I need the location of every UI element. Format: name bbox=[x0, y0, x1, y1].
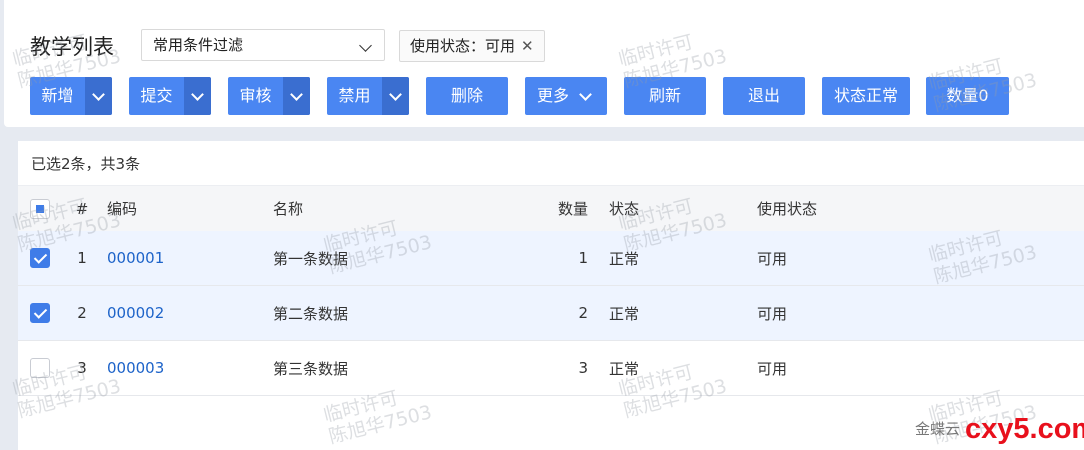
row-checkbox[interactable] bbox=[30, 303, 50, 323]
filter-select[interactable]: 常用条件过滤 bbox=[141, 29, 385, 61]
refresh-button[interactable]: 刷新 bbox=[624, 77, 706, 115]
header-qty[interactable]: 数量 bbox=[538, 186, 588, 231]
add-dropdown-chevron-icon[interactable] bbox=[85, 77, 112, 115]
row-name: 第三条数据 bbox=[273, 359, 349, 378]
select-all-cell bbox=[30, 186, 52, 231]
refresh-button-label: 刷新 bbox=[648, 86, 681, 105]
row-qty: 1 bbox=[578, 249, 588, 267]
audit-button-label: 审核 bbox=[239, 86, 272, 105]
more-button-label: 更多 bbox=[536, 86, 569, 105]
page-title: 教学列表 bbox=[30, 35, 114, 59]
row-status: 正常 bbox=[609, 249, 640, 268]
row-status: 正常 bbox=[609, 359, 640, 378]
row-checkbox-cell bbox=[30, 341, 52, 395]
disable-dropdown-chevron-icon[interactable] bbox=[382, 77, 409, 115]
row-code-link[interactable]: 000002 bbox=[107, 286, 164, 340]
disable-button-label: 禁用 bbox=[338, 86, 371, 105]
filter-tag-label: 使用状态：可用 bbox=[410, 37, 516, 55]
delete-button-label: 删除 bbox=[450, 86, 483, 105]
add-button[interactable]: 新增 bbox=[30, 77, 112, 115]
delete-button[interactable]: 删除 bbox=[426, 77, 508, 115]
chevron-down-icon bbox=[359, 39, 372, 52]
header-use-status[interactable]: 使用状态 bbox=[757, 186, 817, 231]
qty-zero-button[interactable]: 数量0 bbox=[926, 77, 1009, 115]
row-checkbox[interactable] bbox=[30, 358, 50, 378]
exit-button[interactable]: 退出 bbox=[723, 77, 805, 115]
disable-button[interactable]: 禁用 bbox=[327, 77, 409, 115]
submit-dropdown-chevron-icon[interactable] bbox=[184, 77, 211, 115]
status-normal-button[interactable]: 状态正常 bbox=[822, 77, 910, 115]
table-row[interactable]: 2 000002 第二条数据 2 正常 可用 bbox=[18, 286, 1084, 341]
site-logo: cxy5.com bbox=[965, 413, 1084, 445]
row-qty: 3 bbox=[578, 359, 588, 377]
more-button[interactable]: 更多 bbox=[525, 77, 607, 115]
filter-select-value: 常用条件过滤 bbox=[153, 36, 244, 54]
row-qty: 2 bbox=[578, 304, 588, 322]
audit-dropdown-chevron-icon[interactable] bbox=[283, 77, 310, 115]
submit-button-label: 提交 bbox=[140, 86, 173, 105]
row-name: 第二条数据 bbox=[273, 304, 349, 323]
chevron-down-icon bbox=[577, 77, 597, 115]
header-code[interactable]: 编码 bbox=[107, 186, 137, 231]
row-index: 3 bbox=[77, 359, 87, 377]
select-all-checkbox[interactable] bbox=[30, 198, 50, 219]
row-name: 第一条数据 bbox=[273, 249, 349, 268]
add-button-label: 新增 bbox=[41, 86, 74, 105]
row-index: 1 bbox=[77, 249, 87, 267]
selection-info: 已选2条，共3条 bbox=[31, 155, 141, 173]
close-icon[interactable]: ✕ bbox=[521, 37, 534, 55]
table-row[interactable]: 3 000003 第三条数据 3 正常 可用 bbox=[18, 341, 1084, 396]
row-checkbox-cell bbox=[30, 286, 52, 340]
row-checkbox-cell bbox=[30, 231, 52, 285]
row-use-status: 可用 bbox=[757, 359, 788, 378]
header-name[interactable]: 名称 bbox=[273, 186, 303, 231]
list-panel: 已选2条，共3条 # 编码 名称 数量 状态 使用状态 1 000001 第一条… bbox=[18, 141, 1084, 450]
row-use-status: 可用 bbox=[757, 249, 788, 268]
row-index: 2 bbox=[77, 304, 87, 322]
row-status: 正常 bbox=[609, 304, 640, 323]
row-code-link[interactable]: 000003 bbox=[107, 341, 164, 395]
table-header: # 编码 名称 数量 状态 使用状态 bbox=[18, 185, 1084, 232]
audit-button[interactable]: 审核 bbox=[228, 77, 310, 115]
row-code-link[interactable]: 000001 bbox=[107, 231, 164, 285]
table-row[interactable]: 1 000001 第一条数据 1 正常 可用 bbox=[18, 231, 1084, 286]
header-status[interactable]: 状态 bbox=[609, 186, 639, 231]
toolbar-region: 教学列表 常用条件过滤 使用状态：可用 ✕ 新增 提交 审核 禁用 删除 更多 刷… bbox=[4, 0, 1084, 127]
footer-brand: 金蝶云 bbox=[915, 420, 961, 438]
submit-button[interactable]: 提交 bbox=[129, 77, 211, 115]
qty-zero-button-label: 数量0 bbox=[946, 86, 989, 105]
exit-button-label: 退出 bbox=[747, 86, 780, 105]
status-normal-button-label: 状态正常 bbox=[833, 86, 898, 105]
row-checkbox[interactable] bbox=[30, 248, 50, 268]
row-use-status: 可用 bbox=[757, 304, 788, 323]
filter-tag: 使用状态：可用 ✕ bbox=[399, 30, 545, 62]
header-index: # bbox=[75, 199, 89, 218]
